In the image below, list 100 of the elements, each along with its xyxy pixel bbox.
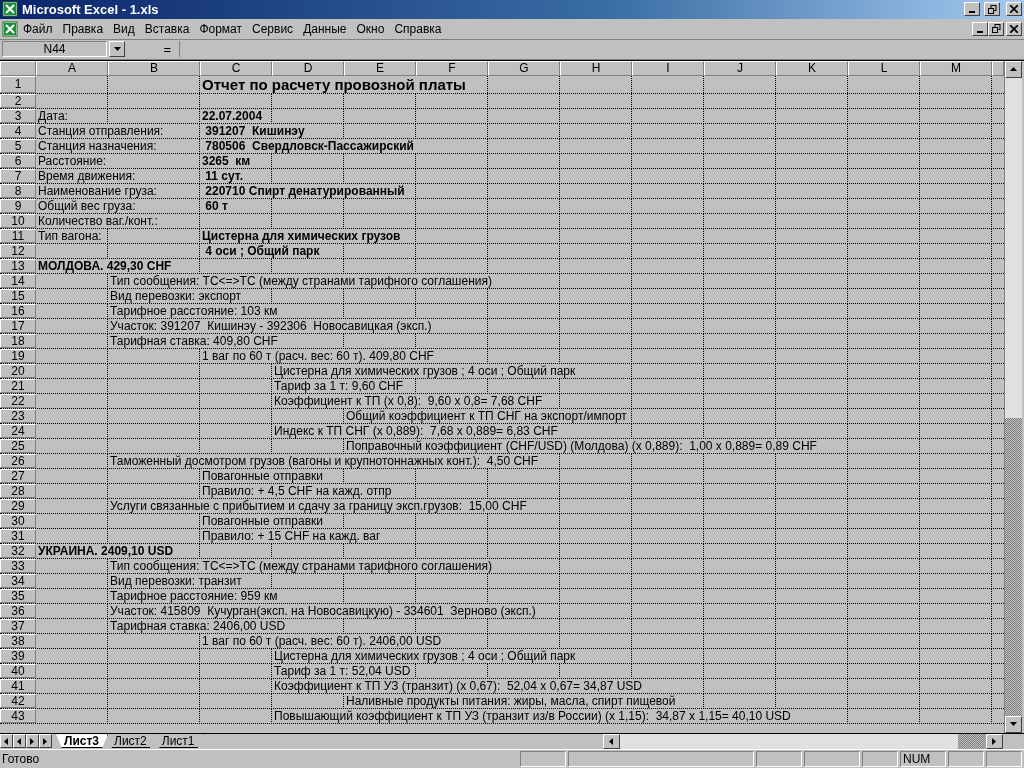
- row-number[interactable]: 40: [0, 663, 36, 678]
- row-number[interactable]: 29: [0, 498, 36, 513]
- cell-text: Наименование груза:: [36, 183, 159, 198]
- row-number[interactable]: 11: [0, 228, 36, 243]
- row-number[interactable]: 13: [0, 258, 36, 273]
- row-number[interactable]: 24: [0, 423, 36, 438]
- row-number[interactable]: 7: [0, 168, 36, 183]
- row-number[interactable]: 6: [0, 153, 36, 168]
- row-number[interactable]: 16: [0, 303, 36, 318]
- row-number[interactable]: 20: [0, 363, 36, 378]
- row-number[interactable]: 8: [0, 183, 36, 198]
- scroll-left-button[interactable]: [603, 734, 620, 750]
- cell-text: 1 ваг по 60 т (расч. вес: 60 т). 409,80 CHF: [200, 348, 436, 363]
- menu-item[interactable]: Формат: [194, 21, 248, 36]
- menu-item[interactable]: Окно: [351, 21, 390, 36]
- row-number[interactable]: 9: [0, 198, 36, 213]
- scroll-right-button[interactable]: [986, 734, 1003, 750]
- column-header[interactable]: M: [920, 60, 992, 76]
- row-number[interactable]: 10: [0, 213, 36, 228]
- menu-item[interactable]: Вид: [108, 21, 140, 36]
- menu-item[interactable]: Вставка: [139, 21, 195, 36]
- row-number[interactable]: 30: [0, 513, 36, 528]
- last-sheet-button[interactable]: [39, 734, 52, 749]
- menu-item[interactable]: Справка: [389, 21, 447, 36]
- status-text: Готово: [2, 752, 41, 767]
- column-header[interactable]: D: [272, 60, 344, 76]
- scroll-thumb[interactable]: [958, 734, 986, 750]
- row-number[interactable]: 43: [0, 708, 36, 723]
- scroll-up-button[interactable]: [1005, 60, 1022, 78]
- row-number[interactable]: 36: [0, 603, 36, 618]
- cell-text: Тип сообщения: ТС<=>ТС (между странами тарифного соглашения): [108, 273, 494, 288]
- menu-item[interactable]: Данные: [298, 21, 352, 36]
- cell-text: Индекс к ТП СНГ (х 0,889): 7,68 х 0,889= 6,83 CHF: [272, 423, 560, 438]
- dropdown-button[interactable]: [109, 41, 125, 58]
- column-header[interactable]: H: [560, 60, 632, 76]
- select-all-corner[interactable]: [0, 60, 36, 76]
- row-number[interactable]: 26: [0, 453, 36, 468]
- name-box[interactable]: N44: [2, 41, 107, 58]
- cell-text: Общий коэффициент к ТП СНГ на экспорт/импорт: [344, 408, 629, 423]
- workbook-minimize-button[interactable]: [972, 21, 988, 36]
- row-number[interactable]: 19: [0, 348, 36, 363]
- cell-text: Тарифное расстояние: 959 км: [108, 588, 280, 603]
- first-sheet-button[interactable]: [0, 734, 13, 749]
- row-number[interactable]: 21: [0, 378, 36, 393]
- column-header[interactable]: L: [848, 60, 920, 76]
- row-number[interactable]: 17: [0, 318, 36, 333]
- row-number[interactable]: 42: [0, 693, 36, 708]
- row-number[interactable]: 22: [0, 393, 36, 408]
- status-panel: [520, 751, 566, 768]
- row-number[interactable]: 35: [0, 588, 36, 603]
- row-number[interactable]: 38: [0, 633, 36, 648]
- column-header[interactable]: K: [776, 60, 848, 76]
- next-sheet-button[interactable]: [26, 734, 39, 749]
- row-number[interactable]: 31: [0, 528, 36, 543]
- workbook-close-button[interactable]: [1006, 21, 1022, 36]
- cell-text: 1 ваг по 60 т (расч. вес: 60 т). 2406,00 USD: [200, 633, 444, 648]
- scroll-thumb[interactable]: [1005, 77, 1022, 418]
- cell-text: Цистерна для химических грузов: [200, 228, 403, 243]
- column-header[interactable]: [992, 60, 1004, 76]
- minimize-icon: [977, 30, 983, 33]
- column-header[interactable]: J: [704, 60, 776, 76]
- column-header[interactable]: C: [200, 60, 272, 76]
- row-number[interactable]: 5: [0, 138, 36, 153]
- menu-item[interactable]: Правка: [57, 21, 109, 36]
- column-header[interactable]: E: [344, 60, 416, 76]
- column-header[interactable]: G: [488, 60, 560, 76]
- column-header[interactable]: I: [632, 60, 704, 76]
- sheet-tab[interactable]: Лист3: [56, 734, 109, 749]
- row-number[interactable]: 34: [0, 573, 36, 588]
- window-close-button[interactable]: [1006, 2, 1022, 17]
- column-header[interactable]: A: [36, 60, 108, 76]
- menu-item[interactable]: Файл: [18, 21, 58, 36]
- cell-text: Таможенный досмотром грузов (вагоны и крупнотоннажных конт.): 4,50 CHF: [108, 453, 541, 468]
- sheet-tab[interactable]: Лист1: [153, 734, 204, 749]
- row-number[interactable]: 32: [0, 543, 36, 558]
- row-number[interactable]: 4: [0, 123, 36, 138]
- workbook-restore-button[interactable]: [988, 21, 1004, 36]
- menu-item[interactable]: Сервис: [247, 21, 299, 36]
- window-minimize-button[interactable]: [964, 2, 980, 17]
- previous-sheet-button[interactable]: [13, 734, 26, 749]
- column-header[interactable]: B: [108, 60, 200, 76]
- column-header[interactable]: F: [416, 60, 488, 76]
- scroll-down-button[interactable]: [1005, 716, 1022, 734]
- window-restore-button[interactable]: [984, 2, 1000, 17]
- restore-icon: [991, 24, 1001, 34]
- row-number[interactable]: 2: [0, 93, 36, 108]
- row-number[interactable]: 39: [0, 648, 36, 663]
- row-number[interactable]: 18: [0, 333, 36, 348]
- row-number[interactable]: 3: [0, 108, 36, 123]
- row-number[interactable]: 27: [0, 468, 36, 483]
- row-number[interactable]: 12: [0, 243, 36, 258]
- cell-text: Время движения:: [36, 168, 138, 183]
- row-number[interactable]: 15: [0, 288, 36, 303]
- row-number[interactable]: 37: [0, 618, 36, 633]
- row-number[interactable]: 28: [0, 483, 36, 498]
- row-number[interactable]: 14: [0, 273, 36, 288]
- row-number[interactable]: 23: [0, 408, 36, 423]
- row-number[interactable]: 33: [0, 558, 36, 573]
- row-number[interactable]: 25: [0, 438, 36, 453]
- row-number[interactable]: 41: [0, 678, 36, 693]
